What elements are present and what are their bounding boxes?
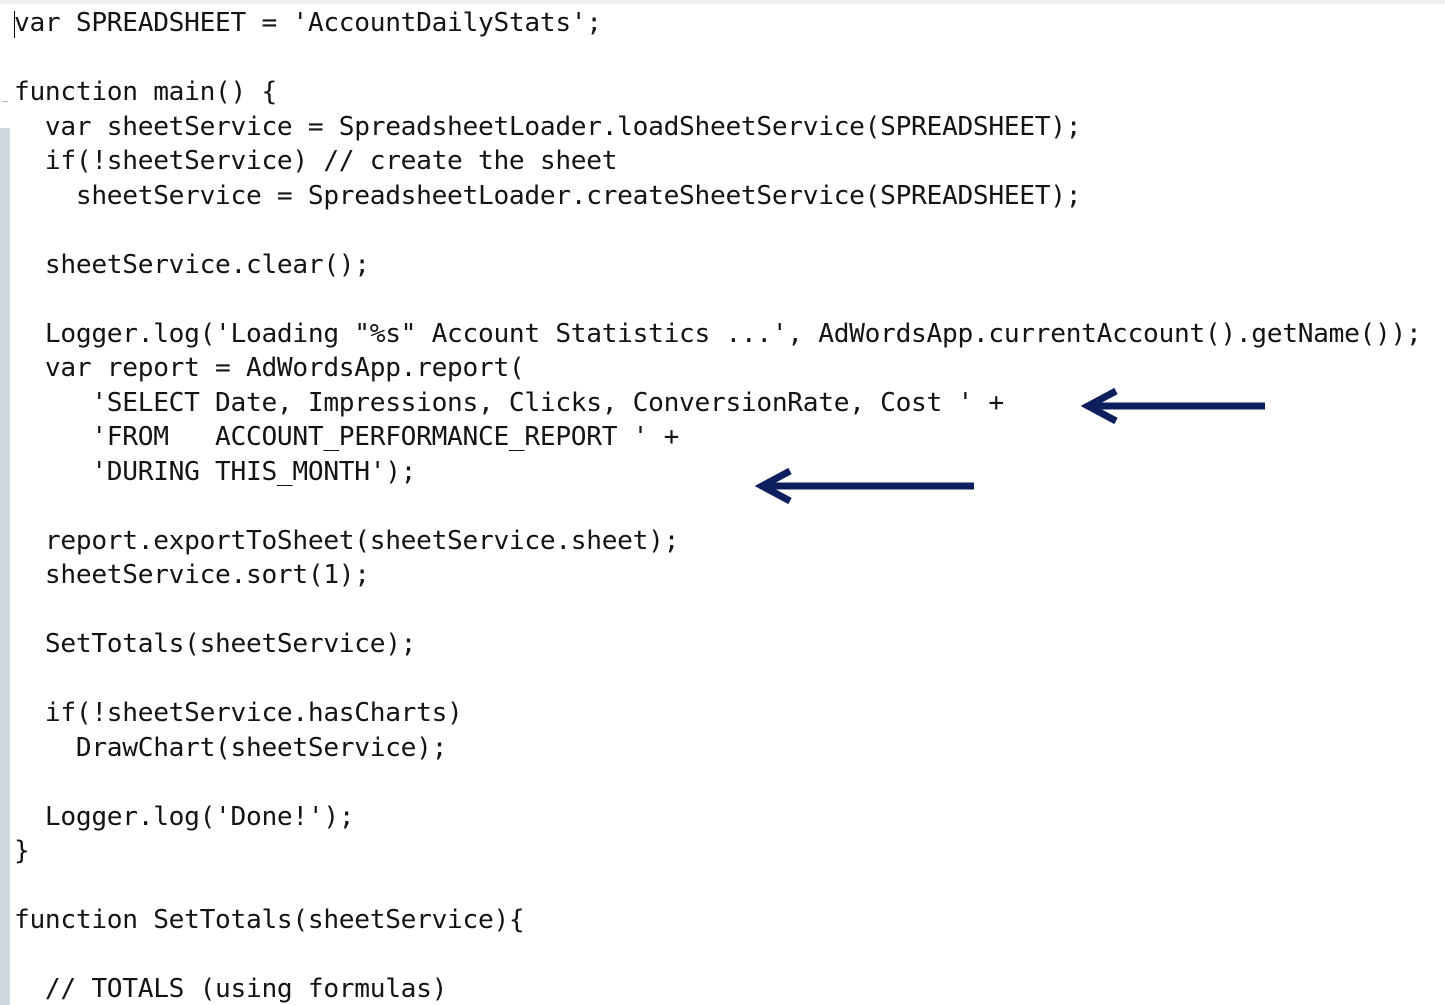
code-line-14: 'DURING THIS_MONTH'); (14, 456, 417, 487)
code-line-16: report.exportToSheet(sheetService.sheet)… (14, 525, 680, 556)
code-line-13: 'FROM ACCOUNT_PERFORMANCE_REPORT ' + (14, 422, 680, 452)
code-line-8: sheetService.clear(); (14, 249, 370, 280)
code-line-22: DrawChart(sheetService); (14, 732, 448, 763)
code-line-11: var report = AdWordsApp.report( (14, 353, 525, 383)
code-line-25: } (14, 836, 30, 866)
code-line-27: function SetTotals(sheetService){ (14, 905, 525, 935)
code-line-4: var sheetService = SpreadsheetLoader.loa… (14, 111, 1082, 142)
code-line-24: Logger.log('Done!'); (14, 801, 355, 832)
fold-marker (2, 101, 8, 102)
code-line-17: sheetService.sort(1); (14, 560, 370, 590)
code-line-1: var SPREADSHEET = 'AccountDailyStats'; (14, 8, 602, 38)
editor-gutter (0, 128, 10, 1005)
code-editor[interactable]: var SPREADSHEET = 'AccountDailyStats'; fu… (14, 6, 1422, 1005)
code-line-19: SetTotals(sheetService); (14, 629, 417, 659)
code-line-21: if(!sheetService.hasCharts) (14, 698, 463, 728)
code-line-6: sheetService = SpreadsheetLoader.createS… (14, 180, 1082, 211)
top-border (0, 0, 1445, 4)
arrow-left-icon (754, 467, 974, 505)
text-caret (14, 11, 15, 38)
code-line-3: function main() { (14, 77, 277, 107)
code-line-5: if(!sheetService) // create the sheet (14, 146, 618, 176)
code-line-10: Logger.log('Loading "%s" Account Statist… (14, 318, 1422, 349)
code-line-29: // TOTALS (using formulas) (14, 974, 448, 1004)
arrow-left-icon (1080, 387, 1265, 425)
